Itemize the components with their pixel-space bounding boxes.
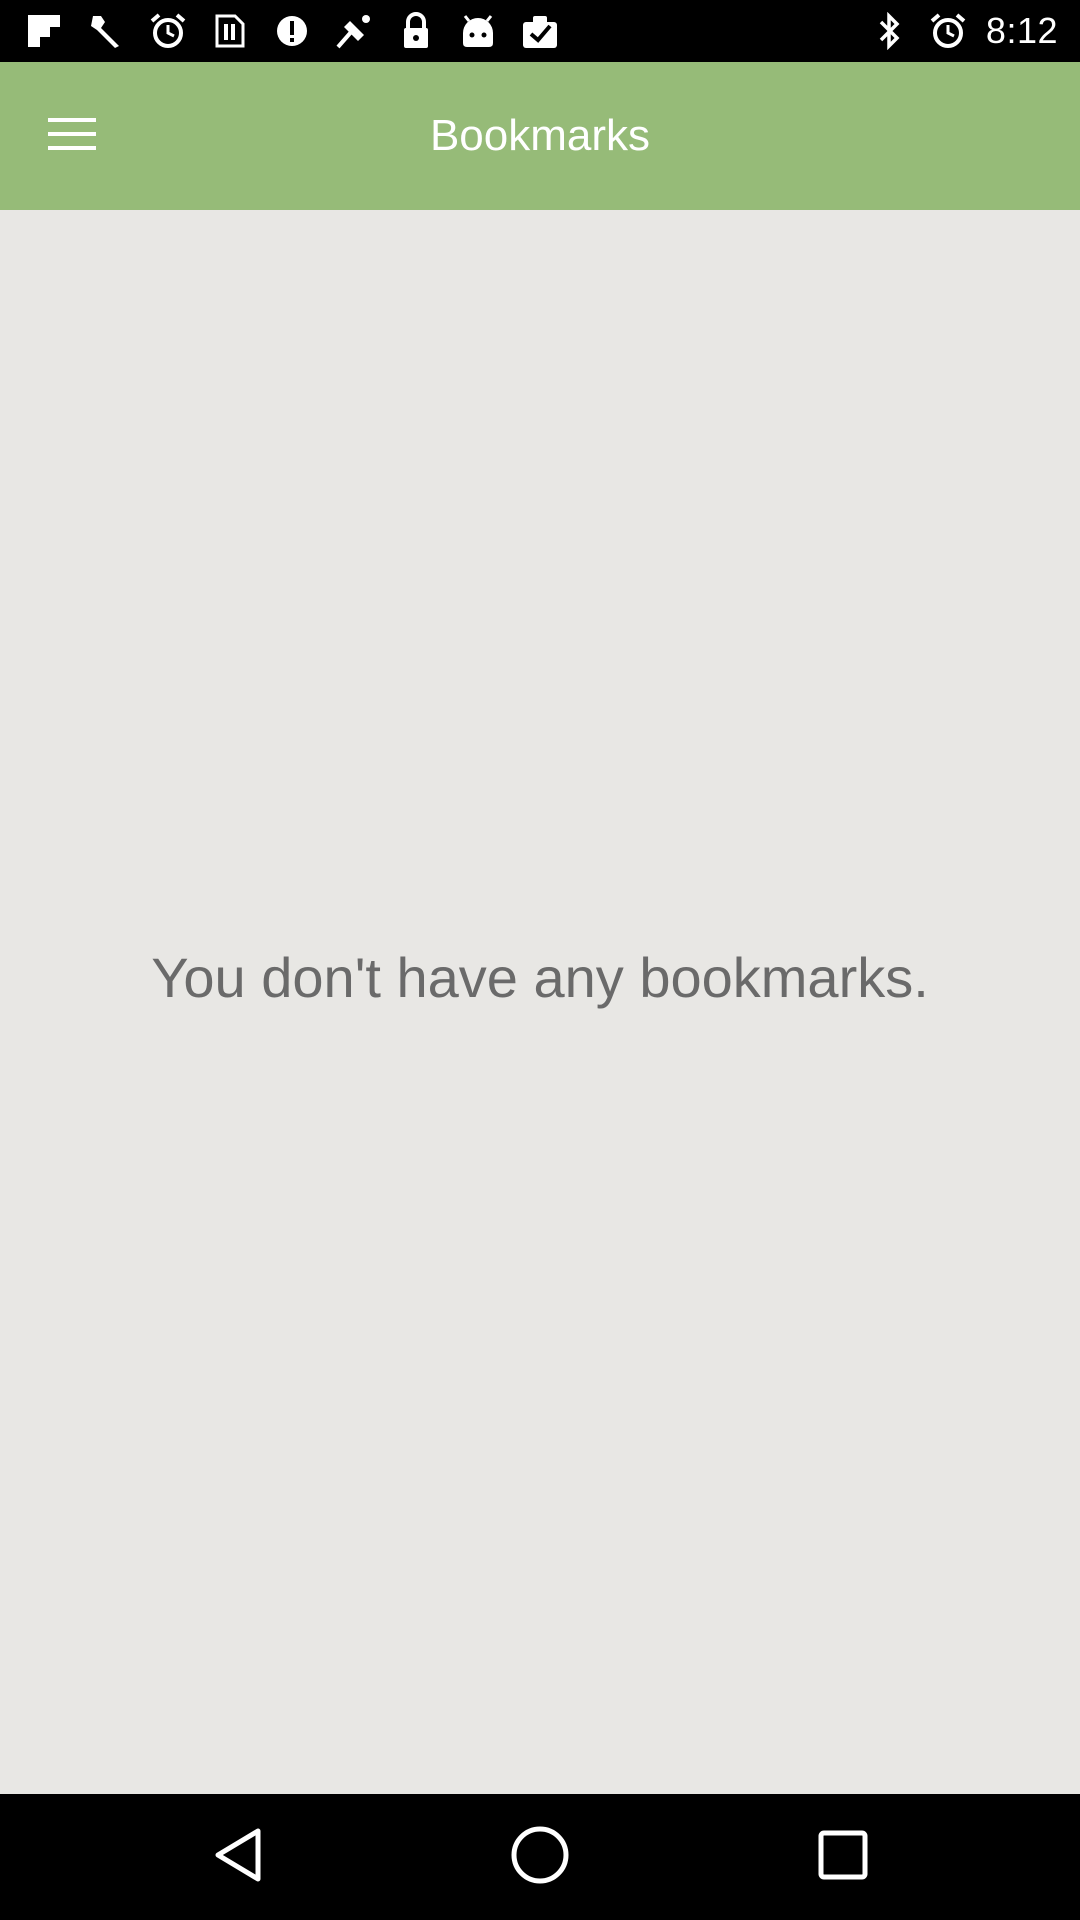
home-icon[interactable] [508,1823,572,1892]
status-right-icons: 8:12 [870,8,1058,54]
flipboard-icon [24,11,64,51]
recents-button[interactable] [808,1822,878,1892]
wrench-icon [86,11,126,51]
home-button[interactable] [505,1822,575,1892]
alarm-icon [148,11,188,51]
navigation-bar [0,1794,1080,1920]
android-icon [458,11,498,51]
sim-card-icon [210,11,250,51]
hamburger-menu-icon[interactable] [46,114,98,159]
lock-icon [396,11,436,51]
status-bar: 8:12 [0,0,1080,62]
back-button[interactable] [203,1822,273,1892]
status-left-icons [24,8,560,54]
page-title: Bookmarks [429,111,651,160]
empty-state-message: You don't have any bookmarks. [151,946,929,1009]
fake-gps-icon [334,11,374,51]
data-saver-icon [272,11,312,51]
menu-button[interactable] [30,100,114,172]
clipboard-check-icon [520,11,560,51]
bookmarks-list-area: You don't have any bookmarks. [0,210,1080,1794]
app-bar: Bookmarks [0,62,1080,210]
bluetooth-icon [870,11,910,51]
alarm-icon [928,11,968,51]
status-time: 8:12 [985,10,1058,51]
back-icon[interactable] [210,1825,266,1890]
screen: 8:12 Bookmarks You don't have any bookma… [0,0,1080,1920]
recents-icon[interactable] [815,1827,871,1888]
